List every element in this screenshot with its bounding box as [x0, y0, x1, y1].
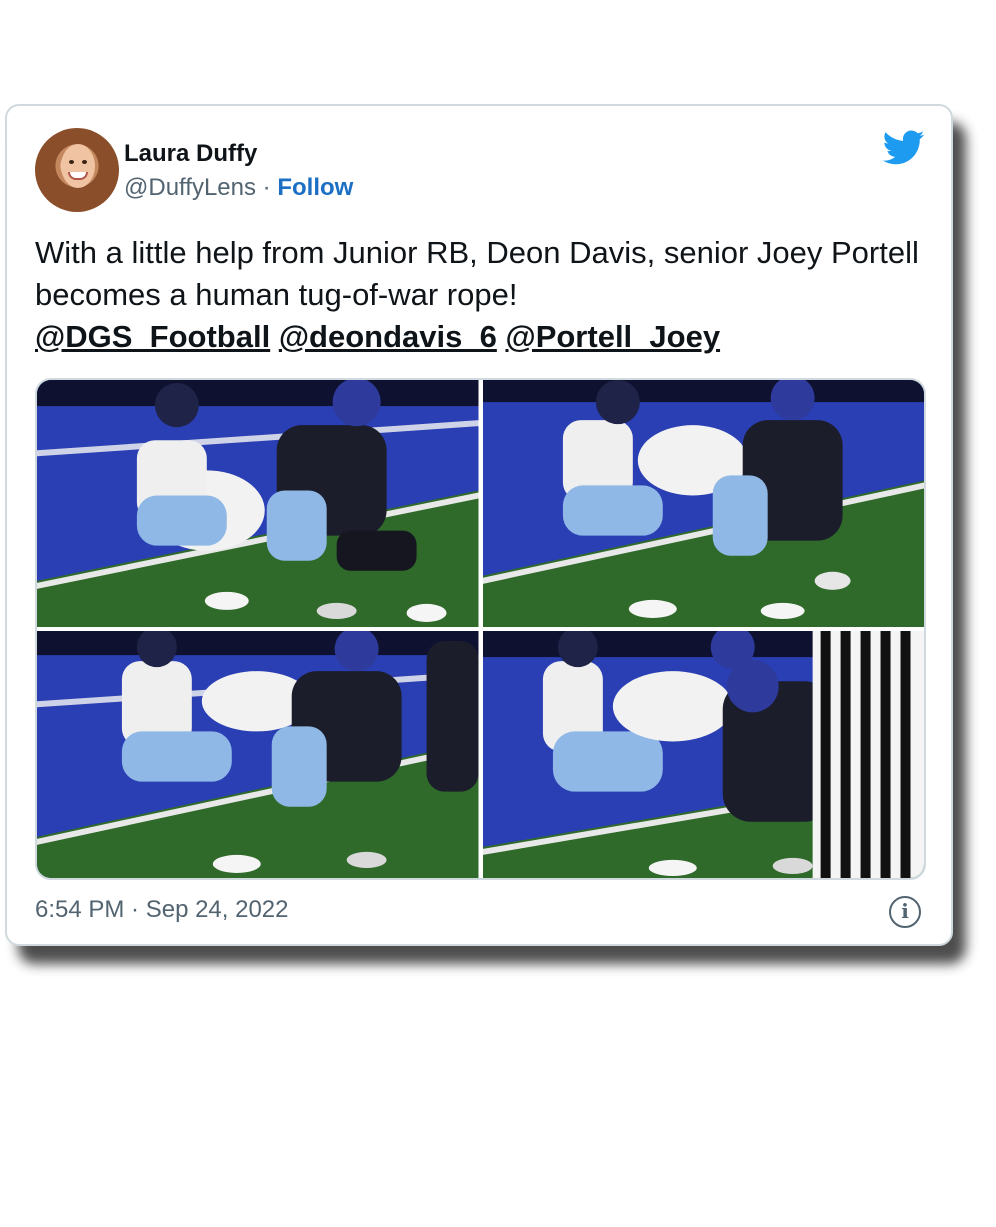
photo-scene	[37, 631, 479, 878]
twitter-bird-icon[interactable]	[883, 130, 925, 166]
author-handle-row: @DuffyLens · Follow	[124, 174, 353, 202]
tweet-text: With a little help from Junior RB, Deon …	[35, 232, 925, 358]
avatar-face	[61, 144, 95, 188]
author-name[interactable]: Laura Duffy	[124, 140, 257, 168]
avatar-eye	[69, 160, 74, 164]
author-handle[interactable]: @DuffyLens	[124, 174, 256, 201]
mention-dgs-football[interactable]: @DGS_Football	[35, 319, 270, 354]
football-photo-1[interactable]	[37, 380, 479, 627]
embedded-tweet-card[interactable]: Laura Duffy @DuffyLens · Follow With a l…	[5, 104, 953, 946]
photo-scene	[37, 380, 479, 627]
football-photo-4[interactable]	[482, 631, 924, 878]
tweet-timestamp[interactable]: 6:54 PM · Sep 24, 2022	[35, 896, 289, 924]
referee-stripes	[812, 631, 924, 878]
info-icon[interactable]: i	[889, 896, 921, 928]
avatar-eye	[82, 160, 87, 164]
photo-scene	[482, 380, 924, 627]
football-photo-2[interactable]	[482, 380, 924, 627]
follow-button[interactable]: Follow	[277, 174, 353, 201]
separator-dot: ·	[262, 174, 271, 201]
mention-portell-joey[interactable]: @Portell_Joey	[505, 319, 720, 354]
avatar[interactable]	[35, 128, 119, 212]
photo-scene	[482, 631, 924, 878]
mention-deondavis[interactable]: @deondavis_6	[279, 319, 497, 354]
mentions-row: @DGS_Football @deondavis_6 @Portell_Joey	[35, 319, 720, 354]
tweet-body: With a little help from Junior RB, Deon …	[35, 235, 919, 312]
media-grid	[35, 378, 926, 880]
football-photo-3[interactable]	[37, 631, 479, 878]
